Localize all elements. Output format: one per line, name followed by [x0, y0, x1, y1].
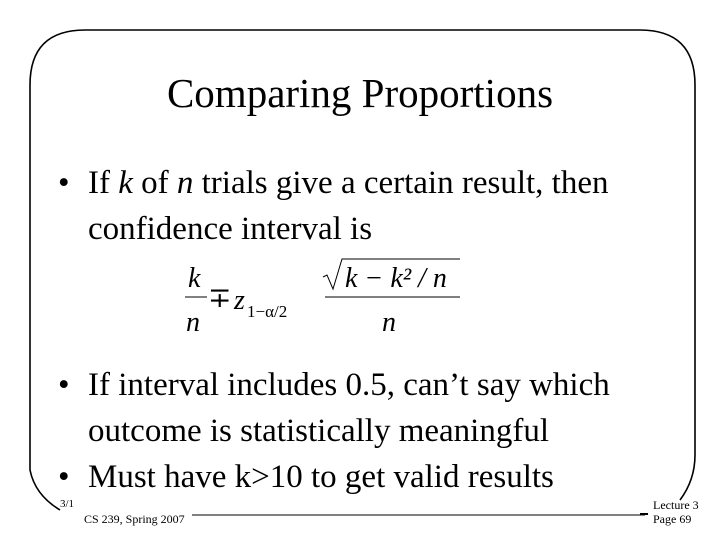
formula-lhs-denominator: n — [186, 307, 200, 338]
bullet-interval-includes: • If interval includes 0.5, can’t say wh… — [58, 362, 698, 454]
bullet-text: If interval includes 0.5, can’t say whic… — [88, 367, 610, 449]
bullet-marker: • — [58, 459, 70, 495]
bullet-marker: • — [58, 367, 70, 403]
footer-date: 3/1 — [60, 498, 75, 510]
footer-page-info: Lecture 3 Page 69 — [653, 498, 699, 526]
bullet-text: Must have k>10 to get valid results — [88, 459, 554, 495]
footer-lecture: Lecture 3 — [653, 498, 699, 512]
bullet-marker: • — [58, 165, 70, 201]
formula-z-subscript: 1−α/2 — [247, 302, 287, 321]
slide-title: Comparing Proportions — [166, 70, 554, 116]
confidence-interval-formula: k n ∓ z 1−α/2 k − k² / n n — [185, 258, 460, 338]
footer-page: Page 69 — [653, 512, 692, 526]
formula-operator: ∓ — [208, 283, 231, 314]
bullet-confidence-interval: • If k of n trials give a certain result… — [58, 160, 698, 252]
bullet-must-have: • Must have k>10 to get valid results — [58, 454, 698, 500]
footer-course: CS 239, Spring 2007 — [84, 512, 185, 526]
formula-lhs-numerator: k — [188, 263, 201, 294]
formula-rhs-numerator: k − k² / n — [345, 263, 447, 294]
formula-rhs-denominator: n — [382, 307, 396, 338]
formula-z: z — [233, 285, 245, 316]
bullet-text: If k of n trials give a certain result, … — [88, 165, 609, 247]
